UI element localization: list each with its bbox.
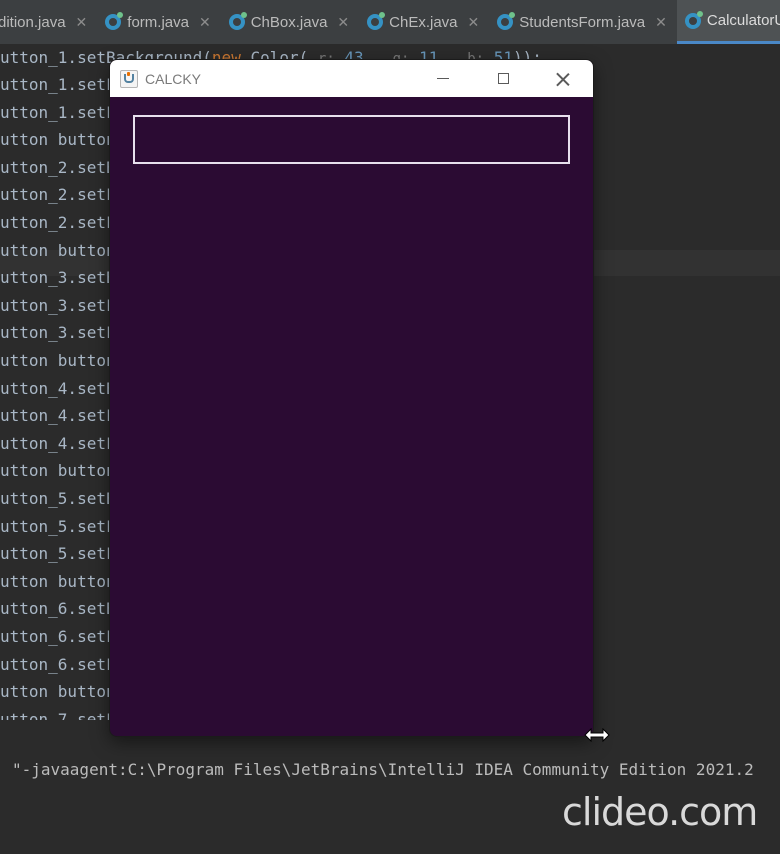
code-line: utton_6.setF <box>0 627 116 646</box>
java-class-icon <box>105 12 124 30</box>
maximize-icon <box>497 73 509 84</box>
code-line: utton_2.setF <box>0 185 116 205</box>
close-icon[interactable]: ✕ <box>199 14 211 31</box>
code-line: utton button <box>0 461 116 481</box>
calcky-window: CALCKY <box>110 60 593 736</box>
code-line: utton_5.setF <box>0 544 116 564</box>
tab-label: form.java <box>127 13 189 31</box>
close-icon[interactable]: ✕ <box>337 14 349 31</box>
code-line: utton button <box>0 571 116 591</box>
java-class-icon <box>684 10 703 29</box>
close-icon[interactable]: ✕ <box>655 14 667 31</box>
tab-chbox-java[interactable]: ChBox.java ✕ <box>221 0 359 44</box>
console-command-line: "-javaagent:C:\Program Files\JetBrains\I… <box>12 760 754 779</box>
close-icon <box>556 72 570 86</box>
code-line: utton_3.setB <box>0 268 116 288</box>
tab-label: dition.java <box>0 13 66 31</box>
code-line: utton_5.setB <box>0 489 116 508</box>
calculator-display-field[interactable] <box>133 115 570 164</box>
tab-label: ChBox.java <box>250 13 328 31</box>
code-line: utton_4.setF <box>0 406 116 426</box>
code-line: utton button <box>0 682 116 702</box>
code-line: utton button <box>0 240 116 260</box>
resize-cursor-icon <box>584 728 610 742</box>
close-icon[interactable]: ✕ <box>468 14 480 31</box>
java-app-icon <box>120 69 138 88</box>
tab-label: CalculatorUs <box>706 12 780 29</box>
code-line: utton_4.setB <box>0 378 116 398</box>
java-class-icon <box>367 12 386 30</box>
close-icon[interactable]: ✕ <box>76 14 88 31</box>
java-class-icon <box>228 12 247 30</box>
minimize-button[interactable] <box>413 60 473 97</box>
clideo-watermark: clideo.com <box>562 790 758 834</box>
tab-addition-java[interactable]: dition.java ✕ <box>0 0 97 44</box>
tab-label: StudentsForm.java <box>519 13 646 31</box>
tab-calculator-active[interactable]: CalculatorUs <box>676 0 780 44</box>
window-controls <box>413 60 593 97</box>
maximize-button[interactable] <box>473 60 533 97</box>
tab-studentsform-java[interactable]: StudentsForm.java ✕ <box>489 0 677 44</box>
code-line: utton_4.setF <box>0 433 116 453</box>
code-line: utton_7.setF <box>0 709 116 720</box>
code-line: utton_1.setF <box>0 102 116 122</box>
code-line: utton button <box>0 130 116 150</box>
tab-form-java[interactable]: form.java ✕ <box>97 0 220 44</box>
minimize-icon <box>437 78 449 79</box>
close-button[interactable] <box>533 60 593 97</box>
tab-chex-java[interactable]: ChEx.java ✕ <box>359 0 489 44</box>
window-title: CALCKY <box>145 70 202 87</box>
code-line: utton_3.setF <box>0 323 116 343</box>
editor-tab-bar: dition.java ✕ form.java ✕ ChBox.java ✕ C… <box>0 0 780 45</box>
window-titlebar[interactable]: CALCKY <box>110 60 593 97</box>
code-line: utton_2.setF <box>0 213 116 232</box>
tab-label: ChEx.java <box>389 13 458 31</box>
code-line: utton_3.setF <box>0 295 116 315</box>
java-class-icon <box>497 12 516 30</box>
code-line: utton_6.setF <box>0 654 116 674</box>
code-line: utton_1.setF <box>0 75 116 94</box>
code-line: utton_5.setF <box>0 516 116 536</box>
code-line: utton_2.setB <box>0 157 116 177</box>
code-line: utton button <box>0 351 116 370</box>
code-line: utton_6.setB <box>0 599 116 619</box>
